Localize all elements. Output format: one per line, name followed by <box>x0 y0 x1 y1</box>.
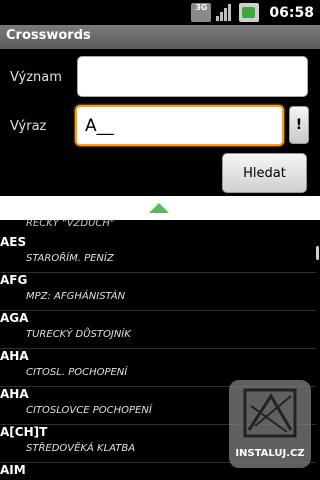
list-item-definition: CITOSLOVCE POCHOPENÍ <box>26 405 152 416</box>
app-title: Crosswords <box>6 28 91 43</box>
watermark-logo-icon <box>243 388 297 438</box>
battery-icon <box>239 3 260 22</box>
watermark-text: INSTALUJ.CZ <box>235 448 305 459</box>
search-button-label: Hledat <box>243 165 286 181</box>
status-icons: 3G 06:58 <box>191 3 314 22</box>
meaning-field[interactable] <box>77 56 308 97</box>
list-item-word: AGA <box>0 311 29 325</box>
list-item-partial[interactable]: ŘECKY "VZDUCH" <box>0 220 316 234</box>
list-item-word: AHA <box>0 349 29 363</box>
list-item-definition: MPZ: AFGHÁNISTÁN <box>26 291 126 302</box>
network-3g-icon: 3G <box>191 3 212 22</box>
list-item[interactable]: AES STAROŘÍM. PENÍZ <box>0 234 316 273</box>
list-item-definition: STŘEDOVĚKÁ KLATBA <box>26 443 136 454</box>
meaning-input[interactable] <box>78 57 307 96</box>
list-item-word: A[CH]T <box>0 425 48 439</box>
list-item-word: AHA <box>0 387 29 401</box>
list-item-definition: CITOSL. POCHOPENÍ <box>26 367 128 378</box>
list-item-definition: STAROŘÍM. PENÍZ <box>26 253 114 264</box>
list-item-definition: ŘECKY "VZDUCH" <box>26 220 115 229</box>
title-bar: Crosswords <box>0 25 320 50</box>
search-form: Význam Výraz ! Hledat <box>0 49 320 196</box>
scrollbar[interactable] <box>316 246 319 260</box>
signal-icon <box>215 3 235 22</box>
clock: 06:58 <box>269 4 314 21</box>
list-item[interactable]: AGA TURECKÝ DŮSTOJNÍK <box>0 310 316 349</box>
list-item-definition: TURECKÝ DŮSTOJNÍK <box>26 329 131 340</box>
list-item-word: AES <box>0 235 27 249</box>
watermark: INSTALUJ.CZ <box>229 380 311 468</box>
list-item[interactable]: AFG MPZ: AFGHÁNISTÁN <box>0 272 316 311</box>
term-field[interactable] <box>75 105 284 146</box>
meaning-label: Význam <box>10 70 62 85</box>
status-bar: 3G 06:58 <box>0 0 320 25</box>
list-item-word: AFG <box>0 273 28 287</box>
list-item-word: AIM <box>0 463 26 477</box>
exclamation-label: ! <box>295 117 303 133</box>
term-input[interactable] <box>77 107 282 144</box>
term-label: Výraz <box>10 119 47 134</box>
network-type: 3G <box>195 3 208 12</box>
exclamation-button[interactable]: ! <box>289 106 309 144</box>
search-button[interactable]: Hledat <box>222 153 307 193</box>
panel-handle[interactable] <box>0 196 320 220</box>
triangle-up-icon <box>149 203 169 213</box>
